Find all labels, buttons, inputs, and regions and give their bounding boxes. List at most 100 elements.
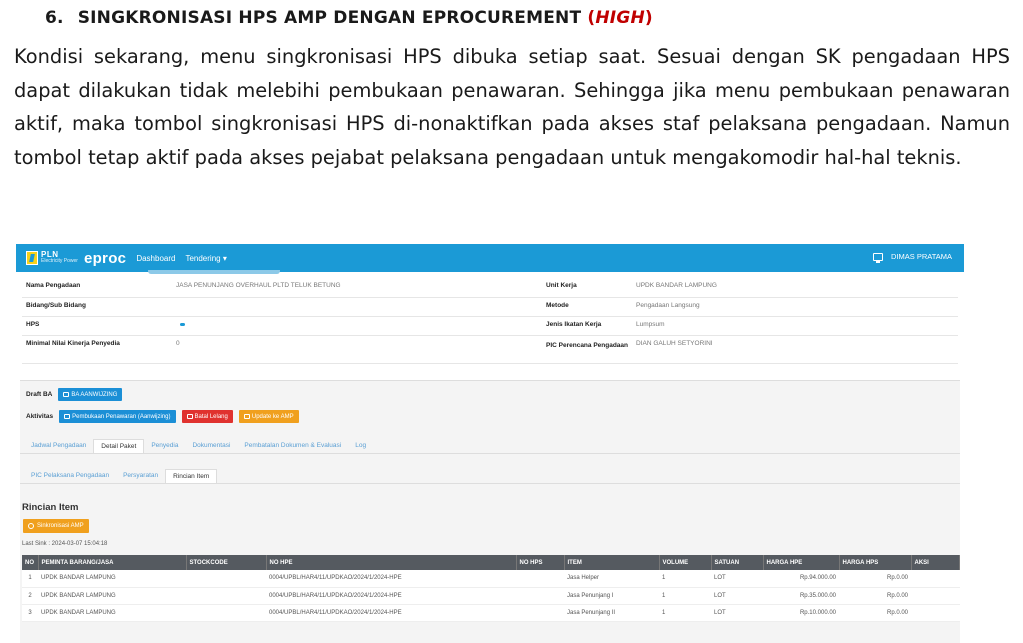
pln-logo: PLN Electricity Power (26, 251, 78, 265)
subtabs-divider (20, 483, 960, 484)
table-row: 1 UPDK BANDAR LAMPUNG 0004/UPBL/HAR4/11/… (22, 570, 960, 588)
open-icon (64, 414, 71, 419)
paren-close: ) (644, 8, 653, 28)
cell-stockcode (186, 587, 266, 605)
brand-name[interactable]: eproc (84, 250, 126, 267)
ba-aanwijzing-button[interactable]: BA AANWIJZING (58, 388, 123, 401)
info-key: PIC Perencana Pengadaan (542, 335, 632, 364)
section-heading: 6. SINGKRONISASI HPS AMP DENGAN EPROCUREM… (45, 8, 653, 28)
cell-volume: 1 (659, 587, 711, 605)
upload-icon (243, 414, 250, 419)
draft-row: Draft BA BA AANWIJZING (26, 388, 123, 401)
eye-icon[interactable] (180, 322, 185, 326)
update-amp-button[interactable]: Update ke AMP (238, 410, 299, 423)
cell-harga-hps: Rp.0.00 (839, 570, 911, 588)
cell-harga-hpe: Rp.94.000.00 (763, 570, 839, 588)
cell-peminta: UPDK BANDAR LAMPUNG (38, 570, 186, 588)
info-value: 0 (172, 335, 542, 364)
cell-satuan: LOT (711, 570, 763, 588)
section-number: 6. (45, 8, 64, 28)
cell-no-hpe: 0004/UPBL/HAR4/11/UPDKAO/2024/1/2024-HPE (266, 587, 516, 605)
cell-volume: 1 (659, 570, 711, 588)
cell-aksi (911, 604, 960, 622)
cell-satuan: LOT (711, 587, 763, 605)
nav-tendering[interactable]: Tendering (185, 254, 226, 263)
items-table: NO PEMINTA BARANG/JASA STOCKCODE NO HPE … (22, 555, 960, 622)
table-row: 2 UPDK BANDAR LAMPUNG 0004/UPBL/HAR4/11/… (22, 587, 960, 605)
tabs-divider (20, 453, 960, 454)
cell-no: 1 (22, 570, 38, 588)
col-satuan: SATUAN (711, 555, 764, 570)
col-volume: VOLUME (659, 555, 712, 570)
info-key: Metode (542, 297, 632, 317)
cell-satuan: LOT (711, 604, 763, 622)
activity-row: Aktivitas Pembukaan Penawaran (Aanwijzin… (26, 410, 299, 423)
col-peminta: PEMINTA BARANG/JASA (38, 555, 187, 570)
col-no-hps: NO HPS (516, 555, 565, 570)
cell-no-hpe: 0004/UPBL/HAR4/11/UPDKAO/2024/1/2024-HPE (266, 570, 516, 588)
nav-dashboard[interactable]: Dashboard (136, 254, 175, 263)
open-bid-button[interactable]: Pembukaan Penawaran (Aanwijzing) (59, 410, 176, 423)
cell-harga-hpe: Rp.10.000.00 (763, 604, 839, 622)
info-key: Jenis Ikatan Kerja (542, 316, 632, 336)
tab-pembatalan[interactable]: Pembatalan Dokumen & Evaluasi (237, 439, 348, 453)
tab-log[interactable]: Log (348, 439, 373, 453)
cell-stockcode (186, 604, 266, 622)
info-value (172, 297, 542, 317)
eproc-screenshot: PLN Electricity Power eproc Dashboard Te… (16, 244, 964, 643)
logo-text: PLN (41, 250, 59, 259)
cell-stockcode (186, 570, 266, 588)
sync-amp-button[interactable]: Sinkronisasi AMP (23, 519, 89, 533)
package-info-table: Nama Pengadaan JASA PENUNJANG OVERHAUL P… (22, 278, 958, 364)
cell-item: Jasa Penunjang I (564, 587, 659, 605)
info-value: JASA PENUNJANG OVERHAUL PLTD TELUK BETUN… (172, 278, 542, 298)
info-row: Nama Pengadaan JASA PENUNJANG OVERHAUL P… (22, 278, 958, 298)
info-key: Bidang/Sub Bidang (22, 297, 172, 317)
col-stockcode: STOCKCODE (186, 555, 267, 570)
logo-subtext: Electricity Power (41, 258, 78, 264)
cell-peminta: UPDK BANDAR LAMPUNG (38, 587, 186, 605)
tab-penyedia[interactable]: Penyedia (144, 439, 185, 453)
col-no-hpe: NO HPE (266, 555, 517, 570)
cell-aksi (911, 587, 960, 605)
cell-item: Jasa Penunjang II (564, 604, 659, 622)
user-name: DIMAS PRATAMA (891, 252, 952, 261)
tab-rincian-item[interactable]: Rincian Item (165, 469, 218, 483)
tab-pic[interactable]: PIC Pelaksana Pengadaan (24, 469, 116, 483)
cell-no: 3 (22, 604, 38, 622)
col-aksi: AKSI (911, 555, 960, 570)
cell-no-hps (516, 570, 564, 588)
sub-tabs: PIC Pelaksana Pengadaan Persyaratan Rinc… (24, 469, 218, 483)
info-row: Minimal Nilai Kinerja Penyedia 0 PIC Per… (22, 335, 958, 364)
cell-no-hps (516, 587, 564, 605)
info-value: DIAN GALUH SETYORINI (632, 335, 958, 364)
cancel-tender-button[interactable]: Batal Lelang (181, 410, 233, 423)
print-icon (63, 392, 70, 397)
info-value: UPDK BANDAR LAMPUNG (632, 278, 958, 298)
cell-no-hpe: 0004/UPBL/HAR4/11/UPDKAO/2024/1/2024-HPE (266, 604, 516, 622)
monitor-icon (873, 252, 884, 263)
cell-harga-hps: Rp.0.00 (839, 604, 911, 622)
cell-peminta: UPDK BANDAR LAMPUNG (38, 604, 186, 622)
cell-aksi (911, 570, 960, 588)
top-navbar: PLN Electricity Power eproc Dashboard Te… (16, 244, 964, 274)
last-sync-text: Last Sink : 2024-03-07 15:04:18 (22, 541, 108, 547)
cell-harga-hpe: Rp.35.000.00 (763, 587, 839, 605)
section-title: SINGKRONISASI HPS AMP DENGAN EPROCUREMEN… (77, 8, 582, 28)
tab-jadwal[interactable]: Jadwal Pengadaan (24, 439, 93, 453)
hps-value (172, 316, 542, 336)
tab-dokumentasi[interactable]: Dokumentasi (185, 439, 237, 453)
priority-label: HIGH (595, 8, 645, 28)
rincian-title: Rincian Item (22, 502, 79, 513)
col-harga-hpe: HARGA HPE (763, 555, 840, 570)
nav-highlight (148, 270, 280, 274)
tab-detail-paket[interactable]: Detail Paket (93, 439, 145, 453)
items-header-row: NO PEMINTA BARANG/JASA STOCKCODE NO HPE … (22, 555, 960, 570)
table-row: 3 UPDK BANDAR LAMPUNG 0004/UPBL/HAR4/11/… (22, 604, 960, 622)
user-menu[interactable]: DIMAS PRATAMA (873, 252, 952, 263)
info-key: HPS (22, 316, 172, 336)
draft-label: Draft BA (26, 391, 53, 398)
description-paragraph: Kondisi sekarang, menu singkronisasi HPS… (14, 45, 1010, 169)
activity-label: Aktivitas (26, 413, 54, 420)
tab-persyaratan[interactable]: Persyaratan (116, 469, 165, 483)
